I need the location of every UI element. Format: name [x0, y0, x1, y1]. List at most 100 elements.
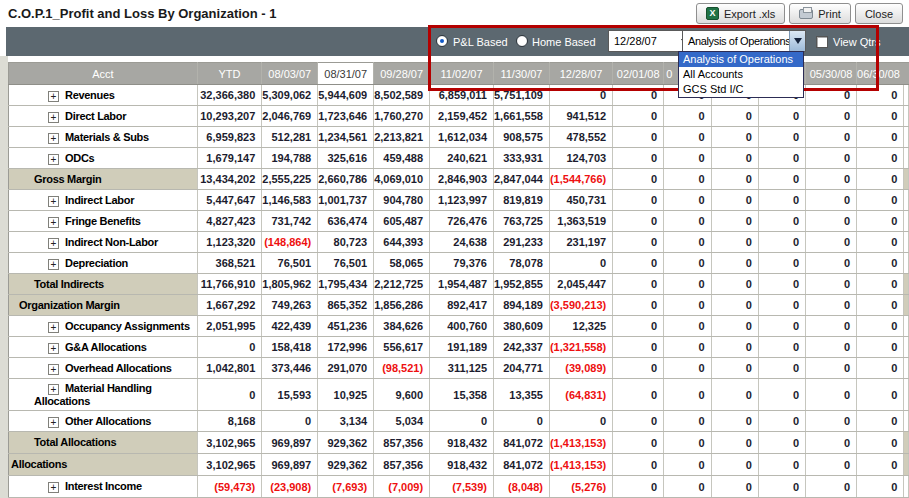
- expand-icon[interactable]: +: [48, 417, 59, 428]
- value-cell: 459,488: [374, 148, 430, 169]
- table-row: Total Indirects11,766,9101,805,9621,795,…: [9, 274, 909, 295]
- value-cell: 5,447,647: [197, 190, 262, 211]
- table-row: Gross Margin13,434,2022,555,2252,660,786…: [9, 169, 909, 190]
- close-label: Close: [865, 8, 893, 20]
- value-cell: 0: [857, 337, 904, 358]
- row-sliver: [904, 127, 909, 148]
- value-cell: 0: [664, 169, 711, 190]
- value-cell: 0: [197, 379, 262, 411]
- value-cell: 450,731: [549, 190, 612, 211]
- expand-icon[interactable]: +: [48, 322, 59, 333]
- table-row: Organization Margin1,667,292749,263865,3…: [9, 295, 909, 316]
- value-cell: 0: [711, 127, 758, 148]
- value-cell: 731,742: [262, 211, 318, 232]
- value-cell: 0: [613, 432, 664, 454]
- value-cell: 11,766,910: [197, 274, 262, 295]
- column-header[interactable]: YTD: [197, 63, 262, 85]
- value-cell: 124,703: [549, 148, 612, 169]
- row-label: +Depreciation: [9, 253, 198, 274]
- window-actions: XExport .xls Print Close: [696, 3, 903, 24]
- row-sliver: [904, 106, 909, 127]
- expand-icon[interactable]: +: [48, 343, 59, 354]
- row-sliver: [904, 253, 909, 274]
- expand-icon[interactable]: +: [48, 238, 59, 249]
- value-cell: 5,944,609: [318, 85, 374, 106]
- expand-icon[interactable]: +: [48, 112, 59, 123]
- value-cell: 0: [664, 454, 711, 476]
- value-cell: 373,446: [262, 358, 318, 379]
- dropdown-option[interactable]: GCS Std I/C: [679, 82, 803, 97]
- value-cell: 2,159,452: [430, 106, 494, 127]
- value-cell: 763,725: [494, 211, 550, 232]
- expand-icon[interactable]: +: [48, 196, 59, 207]
- value-cell: 0: [711, 337, 758, 358]
- value-cell: 0: [711, 476, 758, 498]
- value-cell: 15,593: [262, 379, 318, 411]
- dropdown-option[interactable]: Analysis of Operations: [679, 52, 803, 67]
- row-sliver: [904, 295, 909, 316]
- expand-icon[interactable]: +: [48, 384, 59, 395]
- column-header[interactable]: 08/31/07: [318, 63, 374, 85]
- value-cell: 941,512: [549, 106, 612, 127]
- value-cell: 0: [857, 295, 904, 316]
- value-cell: 0: [758, 169, 805, 190]
- value-cell: 0: [758, 337, 805, 358]
- value-cell: 0: [857, 432, 904, 454]
- value-cell: 0: [664, 274, 711, 295]
- row-label: +Indirect Non-Labor: [9, 232, 198, 253]
- row-label: Total Allocations: [9, 432, 198, 454]
- table-row: +Materials & Subs6,959,823512,2811,234,5…: [9, 127, 909, 148]
- value-cell: (23,908): [262, 476, 318, 498]
- export-xls-button[interactable]: XExport .xls: [696, 3, 785, 24]
- value-cell: 333,931: [494, 148, 550, 169]
- expand-icon[interactable]: +: [48, 482, 59, 493]
- value-cell: 0: [711, 358, 758, 379]
- value-cell: 0: [613, 274, 664, 295]
- expand-icon[interactable]: +: [48, 154, 59, 165]
- value-cell: 1,679,147: [197, 148, 262, 169]
- value-cell: 3,134: [318, 411, 374, 432]
- value-cell: 12,325: [549, 316, 612, 337]
- value-cell: 1,667,292: [197, 295, 262, 316]
- value-cell: (7,693): [318, 476, 374, 498]
- row-label: +G&A Allocations: [9, 337, 198, 358]
- value-cell: 0: [806, 127, 857, 148]
- close-button[interactable]: Close: [855, 3, 903, 24]
- column-header[interactable]: 08/03/07: [262, 63, 318, 85]
- print-button[interactable]: Print: [789, 3, 851, 24]
- row-label: +Occupancy Assignments: [9, 316, 198, 337]
- value-cell: 1,234,561: [318, 127, 374, 148]
- value-cell: 5,309,062: [262, 85, 318, 106]
- value-cell: 191,189: [430, 337, 494, 358]
- column-header-acct[interactable]: Acct: [9, 63, 198, 85]
- value-cell: 9,600: [374, 379, 430, 411]
- value-cell: 0: [613, 106, 664, 127]
- value-cell: 0: [549, 411, 612, 432]
- value-cell: 10,925: [318, 379, 374, 411]
- value-cell: 1,363,519: [549, 211, 612, 232]
- value-cell: 158,418: [262, 337, 318, 358]
- value-cell: 3,102,965: [197, 454, 262, 476]
- column-header[interactable]: 09/28/07: [374, 63, 430, 85]
- expand-icon[interactable]: +: [48, 91, 59, 102]
- value-cell: 929,362: [318, 432, 374, 454]
- printer-icon: [799, 9, 813, 19]
- row-label: Total Indirects: [9, 274, 198, 295]
- dropdown-option[interactable]: All Accounts: [679, 67, 803, 82]
- value-cell: 325,616: [318, 148, 374, 169]
- value-cell: 0: [664, 232, 711, 253]
- value-cell: 0: [613, 232, 664, 253]
- value-cell: 0: [711, 379, 758, 411]
- row-sliver: [904, 358, 909, 379]
- expand-icon[interactable]: +: [48, 217, 59, 228]
- value-cell: 0: [613, 148, 664, 169]
- value-cell: 0: [758, 148, 805, 169]
- value-cell: 10,293,207: [197, 106, 262, 127]
- value-cell: 929,362: [318, 454, 374, 476]
- expand-icon[interactable]: +: [48, 259, 59, 270]
- value-cell: 0: [262, 411, 318, 432]
- expand-icon[interactable]: +: [48, 133, 59, 144]
- row-label: +Revenues: [9, 85, 198, 106]
- value-cell: 13,434,202: [197, 169, 262, 190]
- expand-icon[interactable]: +: [48, 364, 59, 375]
